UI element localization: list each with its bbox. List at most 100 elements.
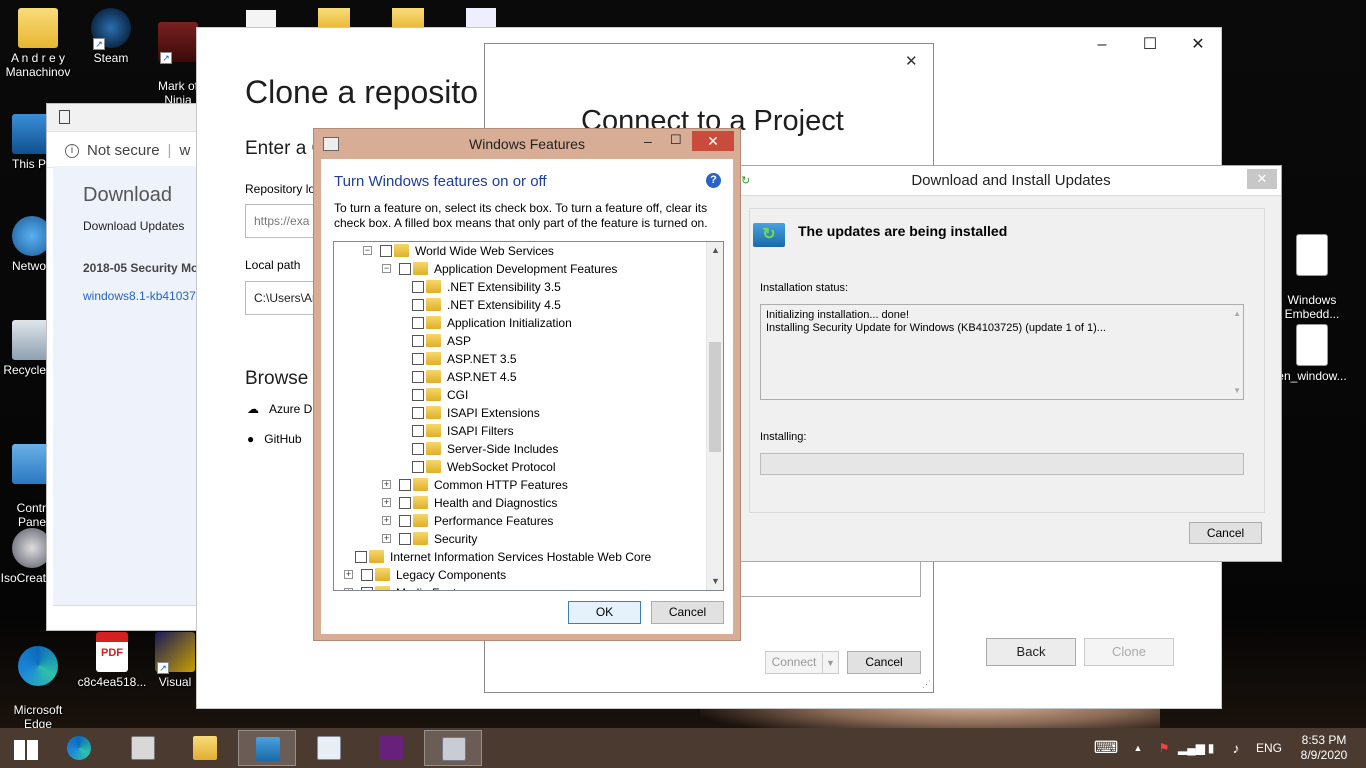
tree-item[interactable]: WebSocket Protocol — [412, 457, 556, 475]
expand-icon[interactable]: + — [344, 588, 353, 590]
desktop-icon-steam[interactable]: ↗ Steam — [73, 8, 149, 65]
collapse-icon[interactable]: − — [382, 264, 391, 274]
connect-cancel-button[interactable]: Cancel — [847, 651, 921, 674]
tree-item[interactable]: Internet Information Services Hostable W… — [355, 547, 651, 565]
desktop-icon-isocreator[interactable]: IsoCreat — [0, 528, 46, 585]
desktop-icon-edge[interactable]: Microsoft Edge — [0, 632, 76, 728]
expand-icon[interactable]: + — [382, 534, 391, 544]
scroll-up-icon[interactable]: ▲ — [1233, 307, 1241, 320]
desktop-icon-recycle-bin[interactable]: Recycle — [0, 320, 46, 377]
clock[interactable]: 8:53 PM 8/9/2020 — [1294, 728, 1354, 768]
action-center-flag-icon[interactable]: ⚑ — [1154, 728, 1174, 768]
tree-item[interactable]: ASP.NET 4.5 — [412, 367, 517, 385]
desktop-icon-this-pc[interactable]: This P — [0, 114, 46, 171]
tree-item[interactable]: .NET Extensibility 3.5 — [412, 277, 561, 295]
desktop-icon-pdf[interactable]: PDF c8c4ea518... — [74, 632, 150, 689]
maximize-button[interactable]: ☐ — [1127, 34, 1173, 56]
minimize-button[interactable]: – — [644, 133, 652, 149]
scrollbar-thumb[interactable] — [709, 342, 721, 452]
feature-checkbox[interactable] — [361, 568, 373, 581]
expand-icon[interactable]: + — [382, 516, 391, 526]
desktop-icon-windows-embedded[interactable]: Windows Embedd... — [1274, 220, 1350, 335]
collapse-icon[interactable]: − — [363, 246, 372, 256]
scroll-up-icon[interactable]: ▲ — [707, 242, 723, 259]
volume-icon[interactable]: ♪ — [1224, 728, 1248, 768]
expand-icon[interactable]: + — [344, 570, 353, 580]
taskbar-file-explorer[interactable] — [176, 730, 234, 766]
resize-grip-icon[interactable]: ⋰ — [922, 679, 931, 690]
taskbar-windows-update[interactable] — [238, 730, 296, 766]
tree-item[interactable]: + Legacy Components — [344, 565, 506, 583]
feature-checkbox[interactable] — [380, 244, 392, 257]
taskbar-performance-monitor[interactable] — [300, 730, 358, 766]
feature-checkbox[interactable] — [412, 460, 424, 473]
tree-item[interactable]: + Performance Features — [382, 511, 553, 529]
feature-checkbox[interactable] — [412, 424, 424, 437]
tree-item[interactable]: ASP — [412, 331, 471, 349]
show-hidden-icons-icon[interactable]: ▲ — [1130, 728, 1146, 768]
tree-item[interactable]: Application Initialization — [412, 313, 572, 331]
tree-item[interactable]: + Media Features — [344, 583, 479, 590]
feature-checkbox[interactable] — [412, 316, 424, 329]
scroll-down-icon[interactable]: ▼ — [1233, 384, 1241, 397]
github-link[interactable]: ● GitHub — [247, 432, 302, 446]
feature-checkbox[interactable] — [412, 352, 424, 365]
desktop-icon-network[interactable]: Netwo — [0, 216, 46, 273]
battery-icon[interactable]: ▮ — [1202, 728, 1220, 768]
tree-item[interactable]: ISAPI Extensions — [412, 403, 540, 421]
feature-checkbox[interactable] — [412, 406, 424, 419]
feature-checkbox[interactable] — [399, 496, 411, 509]
cancel-button[interactable]: Cancel — [651, 601, 724, 624]
dropdown-arrow-icon[interactable]: ▼ — [822, 653, 838, 674]
updates-cancel-button[interactable]: Cancel — [1189, 522, 1262, 544]
tree-item[interactable]: Server-Side Includes — [412, 439, 558, 457]
tree-item[interactable]: .NET Extensibility 4.5 — [412, 295, 561, 313]
installation-status-box[interactable]: Initializing installation... done! Insta… — [760, 304, 1244, 400]
close-icon[interactable]: ✕ — [905, 52, 918, 70]
tree-item[interactable]: + Common HTTP Features — [382, 475, 568, 493]
address-bar[interactable]: i Not secure | w — [47, 132, 205, 168]
touch-keyboard-icon[interactable]: ⌨ — [1090, 728, 1122, 768]
tree-item[interactable]: + Health and Diagnostics — [382, 493, 557, 511]
start-button[interactable] — [0, 730, 50, 766]
back-button[interactable]: Back — [986, 638, 1076, 666]
page-tab-icon[interactable] — [59, 110, 70, 124]
feature-checkbox[interactable] — [412, 370, 424, 383]
desktop-icon-visual[interactable]: ↗ Visual — [150, 632, 200, 689]
desktop-icon-control-panel[interactable]: Contr Pane — [0, 430, 46, 543]
azure-devops-link[interactable]: ☁ Azure D — [247, 402, 312, 416]
ok-button[interactable]: OK — [568, 601, 641, 624]
taskbar-edge[interactable] — [50, 730, 108, 766]
feature-checkbox[interactable] — [399, 478, 411, 491]
taskbar-setup[interactable] — [424, 730, 482, 766]
tree-item[interactable]: − Application Development Features — [382, 259, 617, 277]
close-button[interactable]: ✕ — [1175, 34, 1221, 56]
clone-button[interactable]: Clone — [1084, 638, 1174, 666]
feature-checkbox[interactable] — [399, 532, 411, 545]
scroll-down-icon[interactable]: ▼ — [707, 573, 723, 590]
maximize-button[interactable]: ☐ — [670, 132, 682, 148]
tree-item[interactable]: + Security — [382, 529, 477, 547]
close-button[interactable]: ✕ — [1247, 169, 1277, 189]
taskbar-calculator[interactable] — [114, 730, 172, 766]
info-icon[interactable]: i — [65, 144, 79, 159]
language-indicator[interactable]: ENG — [1252, 728, 1286, 768]
close-button[interactable]: ✕ — [692, 131, 734, 151]
desktop-icon-iso-file[interactable]: en_window... — [1274, 324, 1350, 383]
features-tree[interactable]: − World Wide Web Services − Application Dev… — [333, 241, 724, 591]
feature-checkbox[interactable] — [355, 550, 367, 563]
desktop-icon-user-folder[interactable]: A n d r e y Manachinov — [0, 8, 76, 79]
tree-item[interactable]: ISAPI Filters — [412, 421, 514, 439]
help-icon[interactable]: ? — [706, 173, 721, 188]
feature-checkbox[interactable] — [399, 514, 411, 527]
expand-icon[interactable]: + — [382, 480, 391, 490]
feature-checkbox[interactable] — [399, 262, 411, 275]
feature-checkbox[interactable] — [412, 298, 424, 311]
tree-item[interactable]: ASP.NET 3.5 — [412, 349, 517, 367]
tree-item[interactable]: − World Wide Web Services — [363, 242, 554, 259]
feature-checkbox[interactable] — [412, 388, 424, 401]
connect-button[interactable]: Connect ▼ — [765, 651, 839, 674]
network-signal-icon[interactable]: ▂▄▆ — [1178, 728, 1205, 768]
feature-checkbox[interactable] — [412, 334, 424, 347]
update-download-link[interactable]: windows8.1-kb41037 — [83, 289, 201, 303]
